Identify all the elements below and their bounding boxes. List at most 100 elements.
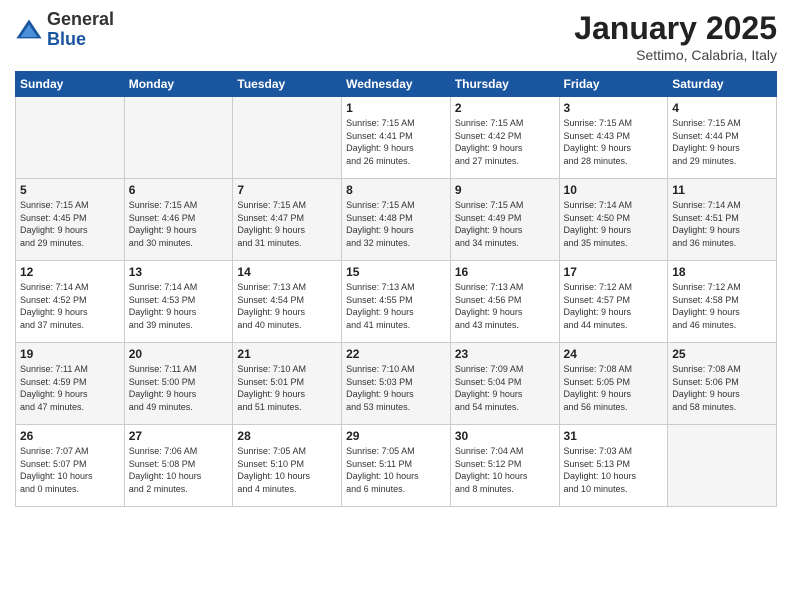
weekday-header-saturday: Saturday: [668, 72, 777, 97]
day-cell-17: 17 Sunrise: 7:12 AM Sunset: 4:57 PM Dayli…: [559, 261, 668, 343]
day-number-14: 14: [237, 265, 337, 279]
day-cell-20: 20 Sunrise: 7:11 AM Sunset: 5:00 PM Dayli…: [124, 343, 233, 425]
empty-cell: [668, 425, 777, 507]
logo-icon: [15, 16, 43, 44]
day-number-4: 4: [672, 101, 772, 115]
weekday-header-monday: Monday: [124, 72, 233, 97]
empty-cell: [124, 97, 233, 179]
day-info-20: Sunrise: 7:11 AM Sunset: 5:00 PM Dayligh…: [129, 363, 229, 413]
day-number-25: 25: [672, 347, 772, 361]
day-number-24: 24: [564, 347, 664, 361]
day-cell-12: 12Sunrise: 7:14 AM Sunset: 4:52 PM Dayli…: [16, 261, 125, 343]
day-info-5: Sunrise: 7:15 AM Sunset: 4:45 PM Dayligh…: [20, 199, 120, 249]
day-number-18: 18: [672, 265, 772, 279]
day-cell-28: 28 Sunrise: 7:05 AM Sunset: 5:10 PM Dayli…: [233, 425, 342, 507]
weekday-header-wednesday: Wednesday: [342, 72, 451, 97]
day-cell-10: 10Sunrise: 7:14 AM Sunset: 4:50 PM Dayli…: [559, 179, 668, 261]
day-info-17: Sunrise: 7:12 AM Sunset: 4:57 PM Dayligh…: [564, 281, 664, 331]
calendar-table: SundayMondayTuesdayWednesdayThursdayFrid…: [15, 71, 777, 507]
day-number-16: 16: [455, 265, 555, 279]
location-subtitle: Settimo, Calabria, Italy: [574, 47, 777, 63]
day-number-7: 7: [237, 183, 337, 197]
day-info-2: Sunrise: 7:15 AM Sunset: 4:42 PM Dayligh…: [455, 117, 555, 167]
weekday-header-thursday: Thursday: [450, 72, 559, 97]
day-cell-25: 25 Sunrise: 7:08 AM Sunset: 5:06 PM Dayli…: [668, 343, 777, 425]
day-info-6: Sunrise: 7:15 AM Sunset: 4:46 PM Dayligh…: [129, 199, 229, 249]
day-info-13: Sunrise: 7:14 AM Sunset: 4:53 PM Dayligh…: [129, 281, 229, 331]
day-number-15: 15: [346, 265, 446, 279]
day-info-31: Sunrise: 7:03 AM Sunset: 5:13 PM Dayligh…: [564, 445, 664, 495]
weekday-header-sunday: Sunday: [16, 72, 125, 97]
day-number-28: 28: [237, 429, 337, 443]
title-block: January 2025 Settimo, Calabria, Italy: [574, 10, 777, 63]
day-cell-19: 19 Sunrise: 7:11 AM Sunset: 4:59 PM Dayli…: [16, 343, 125, 425]
day-number-30: 30: [455, 429, 555, 443]
day-cell-23: 23 Sunrise: 7:09 AM Sunset: 5:04 PM Dayli…: [450, 343, 559, 425]
day-number-10: 10: [564, 183, 664, 197]
day-number-27: 27: [129, 429, 229, 443]
day-info-7: Sunrise: 7:15 AM Sunset: 4:47 PM Dayligh…: [237, 199, 337, 249]
day-info-19: Sunrise: 7:11 AM Sunset: 4:59 PM Dayligh…: [20, 363, 120, 413]
week-row-4: 19 Sunrise: 7:11 AM Sunset: 4:59 PM Dayli…: [16, 343, 777, 425]
week-row-2: 5 Sunrise: 7:15 AM Sunset: 4:45 PM Daylig…: [16, 179, 777, 261]
day-cell-7: 7 Sunrise: 7:15 AM Sunset: 4:47 PM Daylig…: [233, 179, 342, 261]
weekday-header-tuesday: Tuesday: [233, 72, 342, 97]
day-number-21: 21: [237, 347, 337, 361]
day-number-11: 11: [672, 183, 772, 197]
header: General Blue January 2025 Settimo, Calab…: [15, 10, 777, 63]
day-cell-21: 21 Sunrise: 7:10 AM Sunset: 5:01 PM Dayli…: [233, 343, 342, 425]
day-number-5: 5: [20, 183, 120, 197]
day-number-23: 23: [455, 347, 555, 361]
day-number-17: 17: [564, 265, 664, 279]
day-info-1: Sunrise: 7:15 AM Sunset: 4:41 PM Dayligh…: [346, 117, 446, 167]
day-info-25: Sunrise: 7:08 AM Sunset: 5:06 PM Dayligh…: [672, 363, 772, 413]
day-cell-27: 27Sunrise: 7:06 AM Sunset: 5:08 PM Dayli…: [124, 425, 233, 507]
weekday-header-friday: Friday: [559, 72, 668, 97]
day-number-20: 20: [129, 347, 229, 361]
day-cell-31: 31Sunrise: 7:03 AM Sunset: 5:13 PM Dayli…: [559, 425, 668, 507]
day-number-26: 26: [20, 429, 120, 443]
day-cell-16: 16 Sunrise: 7:13 AM Sunset: 4:56 PM Dayli…: [450, 261, 559, 343]
day-cell-14: 14 Sunrise: 7:13 AM Sunset: 4:54 PM Dayli…: [233, 261, 342, 343]
day-info-24: Sunrise: 7:08 AM Sunset: 5:05 PM Dayligh…: [564, 363, 664, 413]
day-cell-5: 5 Sunrise: 7:15 AM Sunset: 4:45 PM Daylig…: [16, 179, 125, 261]
week-row-3: 12Sunrise: 7:14 AM Sunset: 4:52 PM Dayli…: [16, 261, 777, 343]
day-cell-22: 22Sunrise: 7:10 AM Sunset: 5:03 PM Dayli…: [342, 343, 451, 425]
day-cell-26: 26 Sunrise: 7:07 AM Sunset: 5:07 PM Dayli…: [16, 425, 125, 507]
day-info-23: Sunrise: 7:09 AM Sunset: 5:04 PM Dayligh…: [455, 363, 555, 413]
day-info-14: Sunrise: 7:13 AM Sunset: 4:54 PM Dayligh…: [237, 281, 337, 331]
day-number-19: 19: [20, 347, 120, 361]
day-cell-6: 6 Sunrise: 7:15 AM Sunset: 4:46 PM Daylig…: [124, 179, 233, 261]
day-info-21: Sunrise: 7:10 AM Sunset: 5:01 PM Dayligh…: [237, 363, 337, 413]
week-row-1: 1Sunrise: 7:15 AM Sunset: 4:41 PM Daylig…: [16, 97, 777, 179]
logo-general: General: [47, 10, 114, 30]
day-info-16: Sunrise: 7:13 AM Sunset: 4:56 PM Dayligh…: [455, 281, 555, 331]
day-cell-15: 15Sunrise: 7:13 AM Sunset: 4:55 PM Dayli…: [342, 261, 451, 343]
day-info-26: Sunrise: 7:07 AM Sunset: 5:07 PM Dayligh…: [20, 445, 120, 495]
day-info-9: Sunrise: 7:15 AM Sunset: 4:49 PM Dayligh…: [455, 199, 555, 249]
day-info-28: Sunrise: 7:05 AM Sunset: 5:10 PM Dayligh…: [237, 445, 337, 495]
empty-cell: [233, 97, 342, 179]
empty-cell: [16, 97, 125, 179]
day-number-6: 6: [129, 183, 229, 197]
month-title: January 2025: [574, 10, 777, 47]
day-info-12: Sunrise: 7:14 AM Sunset: 4:52 PM Dayligh…: [20, 281, 120, 331]
day-cell-1: 1Sunrise: 7:15 AM Sunset: 4:41 PM Daylig…: [342, 97, 451, 179]
day-cell-9: 9Sunrise: 7:15 AM Sunset: 4:49 PM Daylig…: [450, 179, 559, 261]
day-info-3: Sunrise: 7:15 AM Sunset: 4:43 PM Dayligh…: [564, 117, 664, 167]
day-number-22: 22: [346, 347, 446, 361]
day-cell-13: 13 Sunrise: 7:14 AM Sunset: 4:53 PM Dayli…: [124, 261, 233, 343]
day-info-4: Sunrise: 7:15 AM Sunset: 4:44 PM Dayligh…: [672, 117, 772, 167]
day-cell-30: 30 Sunrise: 7:04 AM Sunset: 5:12 PM Dayli…: [450, 425, 559, 507]
day-number-13: 13: [129, 265, 229, 279]
day-cell-29: 29Sunrise: 7:05 AM Sunset: 5:11 PM Dayli…: [342, 425, 451, 507]
day-number-3: 3: [564, 101, 664, 115]
logo-blue: Blue: [47, 30, 114, 50]
day-cell-3: 3 Sunrise: 7:15 AM Sunset: 4:43 PM Daylig…: [559, 97, 668, 179]
day-cell-4: 4 Sunrise: 7:15 AM Sunset: 4:44 PM Daylig…: [668, 97, 777, 179]
day-info-30: Sunrise: 7:04 AM Sunset: 5:12 PM Dayligh…: [455, 445, 555, 495]
day-cell-8: 8Sunrise: 7:15 AM Sunset: 4:48 PM Daylig…: [342, 179, 451, 261]
day-info-29: Sunrise: 7:05 AM Sunset: 5:11 PM Dayligh…: [346, 445, 446, 495]
day-cell-11: 11 Sunrise: 7:14 AM Sunset: 4:51 PM Dayli…: [668, 179, 777, 261]
day-info-11: Sunrise: 7:14 AM Sunset: 4:51 PM Dayligh…: [672, 199, 772, 249]
